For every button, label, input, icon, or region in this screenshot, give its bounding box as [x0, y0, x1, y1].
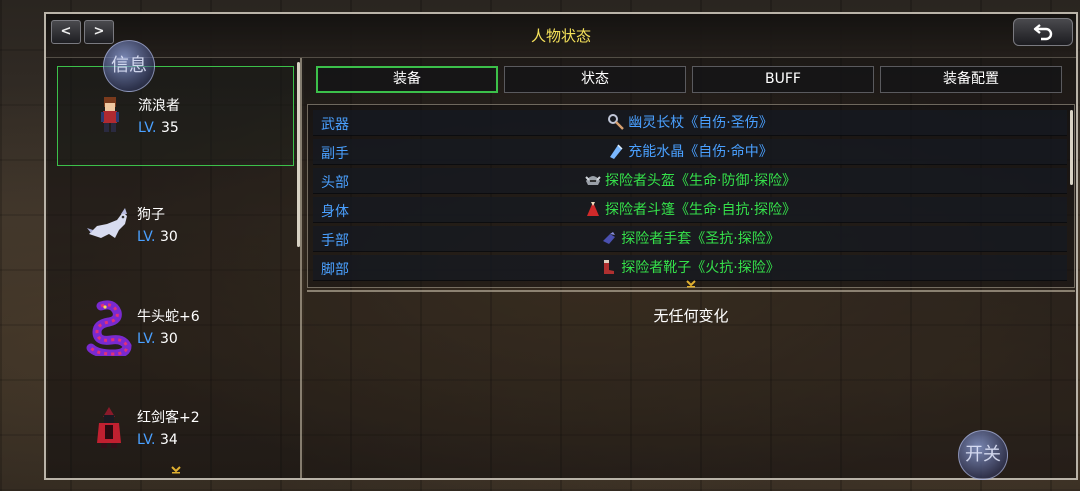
character-card-wanderer[interactable]: 流浪者 LV. 35 — [57, 66, 294, 166]
character-level: LV. 30 — [137, 331, 178, 347]
helmet-icon — [585, 176, 601, 185]
section-divider — [307, 290, 1075, 292]
equipment-item: 探险者手套《圣抗·探险》 — [313, 226, 1067, 252]
info-button[interactable]: 信息 — [103, 40, 155, 92]
character-level: LV. 30 — [137, 229, 178, 245]
title-bar: 人物状态 — [46, 14, 1076, 58]
equipment-row-head[interactable]: 头部 探险者头盔《生命·防御·探险》 — [313, 168, 1067, 194]
wanderer-sprite-icon — [101, 97, 119, 132]
toggle-button[interactable]: 开关 — [958, 430, 1008, 480]
equipment-row-hands[interactable]: 手部 探险者手套《圣抗·探险》 — [313, 226, 1067, 252]
scroll-down-indicator-icon — [171, 466, 181, 474]
character-card-dog[interactable]: 狗子 LV. 30 — [57, 176, 294, 276]
status-change-message: 无任何变化 — [653, 307, 729, 325]
wolf-sprite-icon — [87, 208, 127, 238]
staff-icon — [608, 114, 625, 130]
equipment-item: 探险者靴子《火抗·探险》 — [313, 255, 1067, 281]
equipment-list-scrollbar[interactable] — [1070, 110, 1073, 185]
equipment-row-body[interactable]: 身体 探险者斗篷《生命·自抗·探险》 — [313, 197, 1067, 223]
tab-buff[interactable]: BUFF — [692, 66, 874, 93]
equipment-item: 探险者头盔《生命·防御·探险》 — [313, 168, 1067, 194]
character-list-scrollbar[interactable] — [297, 62, 300, 247]
character-name: 牛头蛇+6 — [137, 309, 200, 325]
equipment-item: 幽灵长杖《自伤·圣伤》 — [313, 110, 1067, 136]
cloak-icon — [587, 202, 600, 216]
character-name: 红剑客+2 — [137, 410, 200, 426]
equipment-row-feet[interactable]: 脚部 探险者靴子《火抗·探险》 — [313, 255, 1067, 281]
next-button[interactable]: > — [84, 20, 114, 44]
equipment-row-offhand[interactable]: 副手 充能水晶《自伤·命中》 — [313, 139, 1067, 165]
character-name: 流浪者 — [138, 98, 180, 114]
character-card-snake[interactable]: 牛头蛇+6 LV. 30 — [57, 278, 294, 378]
equipment-item: 充能水晶《自伤·命中》 — [313, 139, 1067, 165]
prev-button[interactable]: < — [51, 20, 81, 44]
equipment-scroll-down-indicator-icon — [686, 280, 696, 288]
red-swordsman-sprite-icon — [97, 407, 121, 448]
equipment-item: 探险者斗篷《生命·自抗·探险》 — [313, 197, 1067, 223]
equipment-row-weapon[interactable]: 武器 幽灵长杖《自伤·圣伤》 — [313, 110, 1067, 136]
glove-icon — [603, 232, 616, 244]
snake-sprite-icon — [86, 300, 132, 356]
page-title: 人物状态 — [530, 27, 591, 45]
character-level: LV. 34 — [137, 432, 178, 448]
tab-equipment[interactable]: 装备 — [316, 66, 498, 93]
return-arrow-icon — [1033, 24, 1053, 41]
tab-status[interactable]: 状态 — [504, 66, 686, 93]
tab-equipment-config[interactable]: 装备配置 — [880, 66, 1062, 93]
character-level: LV. 35 — [138, 120, 179, 136]
boots-icon — [604, 260, 615, 274]
crystal-icon — [610, 144, 623, 159]
character-card-red-swordsman[interactable]: 红剑客+2 LV. 34 — [57, 379, 294, 479]
back-button[interactable] — [1013, 18, 1073, 46]
character-name: 狗子 — [137, 207, 165, 223]
